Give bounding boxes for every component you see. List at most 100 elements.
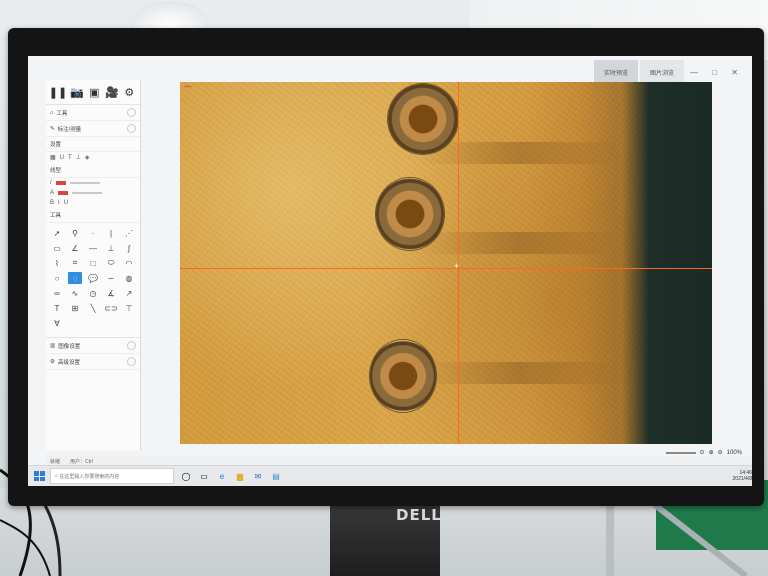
arrow-icon[interactable]: ↗ [122,287,136,299]
section-annotate[interactable]: ✎ 标注/测量 [46,121,140,137]
bold-icon[interactable]: B [50,200,54,206]
collapse-icon[interactable] [127,124,136,133]
label-icon[interactable]: ⊤ [122,302,136,314]
home-icon: ⌂ [50,109,54,116]
font-color-row: A [46,188,140,198]
section-label: 线型 [50,168,62,174]
table-icon[interactable]: ▦ [50,154,56,161]
expand-icon[interactable] [127,357,136,366]
tool-grid: ➚ ⚲ · | ⋰ ▭ ∠ — ⊥ ∫ ⌇ ⌗ □ ⬭ ◠ ○ ◌ 💬 ∽ ◍ … [46,223,140,333]
edge-icon[interactable]: e [216,470,228,482]
section-draw-tools: 工具 [46,208,140,223]
zoom-in-icon[interactable]: ⊕ [709,449,714,456]
app-screen: 实时预览 图片浏览 — □ ✕ ❚❚ 📷 ▣ 🎥 ⚙ ⌂ 工具 ✎ 标注/测量 … [28,56,752,486]
vline-icon[interactable]: | [104,227,118,239]
slash-icon[interactable]: ╲ [86,302,100,314]
left-panel: ❚❚ 📷 ▣ 🎥 ⚙ ⌂ 工具 ✎ 标注/测量 设置 ▦ U T ⊥ ◈ 线型 [46,80,141,450]
section-label: 标注/测量 [57,126,82,133]
advanced-settings-item[interactable]: ⚙ 高级设置 [46,354,140,370]
windows-taskbar: ⌕ 在这里输入你要搜索的内容 ◯ ▭ e ▆ ✉ ▤ 14:46 2021/4/… [28,465,752,486]
circle-icon[interactable]: ○ [50,272,64,284]
video-icon[interactable]: 🎥 [105,84,119,100]
taskbar-app-icon[interactable]: ▭ [198,470,210,482]
blob-icon[interactable]: ◍ [122,272,136,284]
layers-icon[interactable]: ▣ [88,84,101,100]
font-icon: A [50,190,55,196]
polyline-icon[interactable]: ⌇ [50,257,64,269]
fill-icon[interactable]: ◈ [85,154,90,161]
capsule-icon[interactable]: ⊂⊃ [104,302,118,314]
image-settings-item[interactable]: ▥ 图像设置 [46,337,140,354]
taskbar-search[interactable]: ⌕ 在这里输入你要搜索的内容 [50,468,174,484]
image-settings-icon: ▥ [50,342,56,349]
link-icon[interactable]: ∞ [50,287,64,299]
system-tray[interactable]: 14:46 2021/4/8 [733,470,752,482]
crop-icon[interactable]: ⌗ [68,257,82,269]
underline-icon[interactable]: U [64,200,68,206]
section-linestyle: 线型 [46,163,140,178]
angle-icon[interactable]: ∠ [68,242,82,254]
text-tool-icon[interactable]: T [50,302,64,314]
view-overlay-text: ▪▪▪▪ [184,84,192,90]
curve-icon[interactable]: ∫ [122,242,136,254]
mail-icon[interactable]: ✉ [252,470,264,482]
pin-icon[interactable]: ⚲ [68,227,82,239]
dot-icon[interactable]: · [86,227,100,239]
monitor-brand-logo: DELL [396,506,442,524]
ellipse-icon[interactable]: ⬭ [104,257,118,269]
top-toolbar: ❚❚ 📷 ▣ 🎥 ⚙ [46,80,140,105]
shadow-streak [420,362,620,384]
shadow-streak [420,142,620,164]
camera-icon[interactable]: 📷 [70,84,84,100]
item-label: 图像设置 [58,343,81,350]
path-icon[interactable]: ∿ [68,287,82,299]
pen-icon: ✎ [50,125,55,132]
font-style-row: B I U [46,198,140,208]
section-settings: 设置 [46,137,140,152]
via-hole [388,84,458,154]
zoom-slider[interactable] [665,451,696,454]
task-view-icon[interactable]: ◯ [180,470,192,482]
magnet-icon[interactable]: U [60,155,64,161]
app-icon[interactable]: ▤ [270,470,282,482]
text-icon[interactable]: T [68,155,72,161]
italic-icon[interactable]: I [58,200,60,206]
font-size-slider[interactable] [72,192,103,194]
line-color-row: / [46,178,140,188]
zoom-value: 100% [726,449,742,456]
crosshair-horizontal [180,268,712,269]
clock-icon[interactable]: ◷ [86,287,100,299]
ruler-icon[interactable]: ⊥ [76,154,81,161]
rect-icon[interactable]: ▭ [50,242,64,254]
microscope-view[interactable]: ▪▪▪▪ + [180,82,712,444]
font-color-swatch[interactable] [58,191,69,195]
zoom-out-icon[interactable]: ⊖ [718,449,723,456]
diag-icon[interactable]: ⋰ [122,227,136,239]
squiggle-icon[interactable]: ∽ [104,272,118,284]
grid-icon[interactable]: ⊞ [68,302,82,314]
format-row: ▦ U T ⊥ ◈ [46,152,140,163]
line-color-swatch[interactable] [55,181,66,185]
zoom-fit-icon[interactable]: ⊙ [700,449,705,456]
line-width-slider[interactable] [69,182,100,184]
shadow-streak [420,232,620,254]
perp-icon[interactable]: ⊥ [104,242,118,254]
explorer-icon[interactable]: ▆ [234,470,246,482]
via-hole [370,340,436,412]
section-tools[interactable]: ⌂ 工具 [46,105,140,121]
collapse-icon[interactable] [127,108,136,117]
expand-icon[interactable] [127,341,136,350]
speech-icon[interactable]: 💬 [86,272,100,284]
arc-icon[interactable]: ◠ [122,257,136,269]
cursor-icon[interactable]: ➚ [50,227,64,239]
rectangle-icon[interactable]: □ [86,257,100,269]
item-label: 高级设置 [57,359,80,366]
angle2-icon[interactable]: ∡ [104,287,118,299]
pause-icon[interactable]: ❚❚ [49,84,67,100]
windows-start-icon[interactable] [34,471,45,481]
circle-3pt-icon[interactable]: ◌ [68,272,82,284]
gear-icon: ⚙ [50,358,55,365]
hline-icon[interactable]: — [86,242,100,254]
settings-icon[interactable]: ⚙ [123,84,136,100]
compass-icon[interactable]: ∀ [50,317,64,329]
